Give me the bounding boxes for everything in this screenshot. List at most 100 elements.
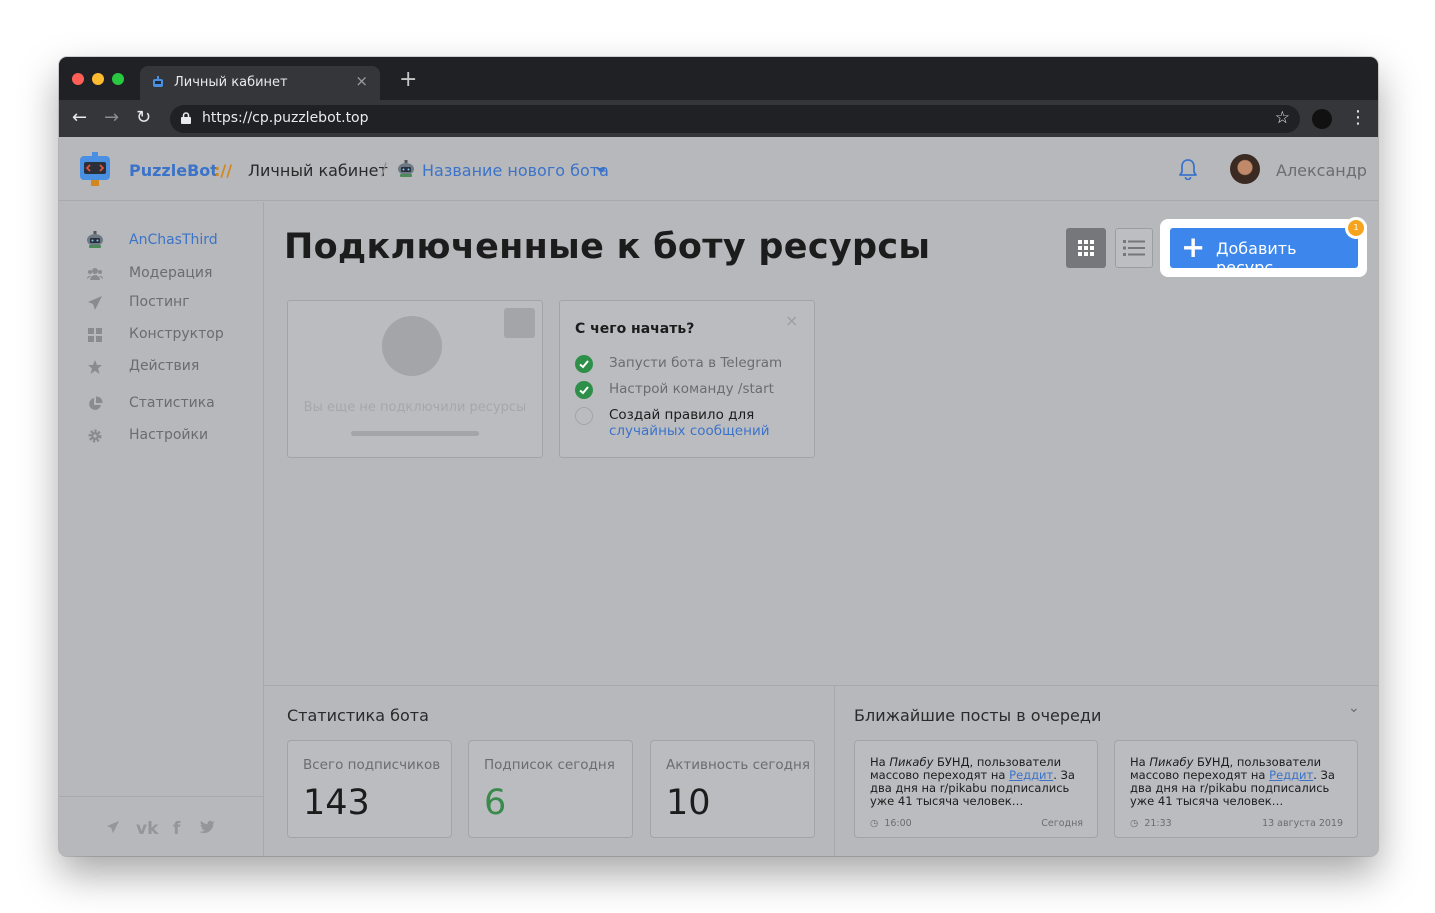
brand-separator: :// [214, 161, 233, 180]
tab-strip: Личный кабинет × + [59, 57, 1378, 100]
post-link[interactable]: Реддит [1269, 768, 1313, 782]
empty-resources-text: Вы еще не подключили ресурсы [303, 400, 527, 415]
robot-icon [398, 160, 414, 177]
url-text: https://cp.puzzlebot.top [202, 110, 369, 126]
bot-selector[interactable]: Название нового бота [422, 161, 609, 180]
sidebar-item-posting[interactable]: Постинг [59, 291, 264, 315]
grid-view-button[interactable] [1066, 228, 1106, 268]
app-header: PuzzleBot :// Личный кабинет / Название … [59, 137, 1378, 201]
stat-label: Подписок сегодня [484, 757, 615, 773]
sidebar-item-anchasthird[interactable]: AnChasThird [59, 229, 264, 253]
post-link[interactable]: Реддит [1009, 768, 1053, 782]
post-text: На Пикабу БУНД, пользователи массово пер… [1130, 755, 1335, 808]
stat-label: Активность сегодня [666, 757, 810, 773]
robot-icon [87, 231, 103, 248]
post-card[interactable]: На Пикабу БУНД, пользователи массово пер… [1114, 740, 1358, 838]
breadcrumb-separator: / [381, 160, 387, 180]
browser-toolbar: ← → ↻ https://cp.puzzlebot.top ☆ ⋮ [59, 100, 1378, 137]
sidebar-item-label: Статистика [129, 395, 215, 411]
check-done-icon [575, 381, 593, 399]
list-view-button[interactable] [1115, 228, 1153, 268]
maximize-window-button[interactable] [112, 73, 124, 85]
post-queue-panel: Ближайшие посты в очереди ⌄ На Пикабу БУ… [835, 685, 1378, 856]
post-date: 13 августа 2019 [1262, 818, 1343, 829]
post-time: ◷ 16:00 [870, 818, 912, 829]
placeholder-square [504, 308, 535, 338]
avatar[interactable] [1230, 154, 1260, 184]
breadcrumb-cabinet[interactable]: Личный кабинет [248, 161, 388, 180]
stat-label: Всего подписчиков [303, 757, 441, 773]
lock-icon [181, 112, 191, 124]
sidebar-item-statistics[interactable]: Статистика [59, 392, 264, 416]
list-view-icon [1123, 240, 1145, 256]
app-root: PuzzleBot :// Личный кабинет / Название … [59, 137, 1378, 856]
stat-value: 143 [303, 783, 370, 823]
back-arrow-icon[interactable]: ← [72, 107, 87, 129]
add-resource-label: Добавить ресурс [1216, 239, 1297, 277]
minimize-window-button[interactable] [92, 73, 104, 85]
vk-icon[interactable]: vk [136, 819, 158, 839]
check-empty-icon [575, 407, 593, 425]
stat-value: 6 [484, 783, 507, 823]
user-name[interactable]: Александр [1276, 161, 1367, 180]
twitter-icon[interactable] [198, 820, 216, 834]
tab-close-icon[interactable]: × [355, 72, 368, 90]
getting-started-card: С чего начать? × Запусти бота в Telegram… [559, 300, 815, 458]
close-icon[interactable]: × [785, 311, 798, 330]
add-resource-highlight: + Добавить ресурс 1 [1160, 217, 1367, 277]
post-card[interactable]: На Пикабу БУНД, пользователи массово пер… [854, 740, 1098, 838]
chevron-down-icon[interactable] [596, 168, 606, 173]
post-time: ◷ 21:33 [1130, 818, 1172, 829]
telegram-icon[interactable] [105, 820, 121, 834]
reload-icon[interactable]: ↻ [136, 107, 151, 129]
checklist-item: Создай правило для [609, 407, 755, 423]
sidebar-item-constructor[interactable]: Конструктор [59, 323, 264, 347]
bell-icon[interactable] [1178, 158, 1198, 180]
stat-card-today: Подписок сегодня 6 [468, 740, 633, 838]
puzzlebot-favicon-icon [153, 76, 163, 87]
stat-card-total: Всего подписчиков 143 [287, 740, 452, 838]
stat-card-activity: Активность сегодня 10 [650, 740, 815, 838]
bot-stats-panel: Статистика бота Всего подписчиков 143 По… [264, 685, 835, 856]
grid-icon [88, 328, 102, 342]
page-title: Подключенные к боту ресурсы [284, 227, 931, 267]
post-text: На Пикабу БУНД, пользователи массово пер… [870, 755, 1075, 808]
add-resource-button[interactable]: + Добавить ресурс [1170, 228, 1358, 277]
chevron-down-icon[interactable]: ⌄ [1348, 700, 1360, 716]
browser-tab[interactable]: Личный кабинет × [140, 66, 380, 100]
sidebar-item-label: Настройки [129, 427, 209, 443]
brand-name[interactable]: PuzzleBot [129, 161, 218, 180]
close-window-button[interactable] [72, 73, 84, 85]
sidebar-item-settings[interactable]: Настройки [59, 424, 264, 448]
puzzlebot-logo-icon[interactable] [79, 152, 111, 188]
new-tab-button[interactable]: + [399, 69, 417, 91]
sidebar-item-label: Действия [129, 358, 200, 374]
forward-arrow-icon[interactable]: → [104, 107, 119, 129]
star-icon [88, 360, 102, 374]
checklist-item: Настрой команду /start [609, 381, 774, 397]
sidebar-item-actions[interactable]: Действия [59, 355, 264, 379]
check-done-icon [575, 355, 593, 373]
paper-plane-icon [88, 296, 102, 310]
browser-menu-icon[interactable]: ⋮ [1349, 107, 1367, 128]
pie-chart-icon [89, 396, 103, 410]
browser-profile-icon[interactable] [1312, 109, 1332, 129]
random-messages-link[interactable]: случайных сообщений [609, 423, 770, 439]
posts-title: Ближайшие посты в очереди [854, 706, 1102, 725]
getting-started-title: С чего начать? [575, 321, 695, 337]
sidebar-item-label: AnChasThird [129, 232, 218, 248]
gear-icon [88, 429, 102, 443]
sidebar-item-label: Модерация [129, 265, 213, 281]
sidebar-item-label: Постинг [129, 294, 190, 310]
browser-window: Личный кабинет × + ← → ↻ https://cp.puzz… [59, 57, 1378, 856]
notification-badge: 1 [1345, 217, 1367, 239]
stat-value: 10 [666, 783, 711, 823]
address-bar[interactable]: https://cp.puzzlebot.top ☆ [170, 105, 1300, 133]
facebook-icon[interactable]: f [173, 819, 180, 839]
stats-title: Статистика бота [287, 706, 429, 725]
tab-title: Личный кабинет [174, 75, 288, 90]
sidebar-item-moderation[interactable]: Модерация [59, 262, 264, 286]
placeholder-avatar [382, 316, 442, 376]
bookmark-star-icon[interactable]: ☆ [1275, 108, 1290, 128]
users-icon [87, 268, 103, 280]
